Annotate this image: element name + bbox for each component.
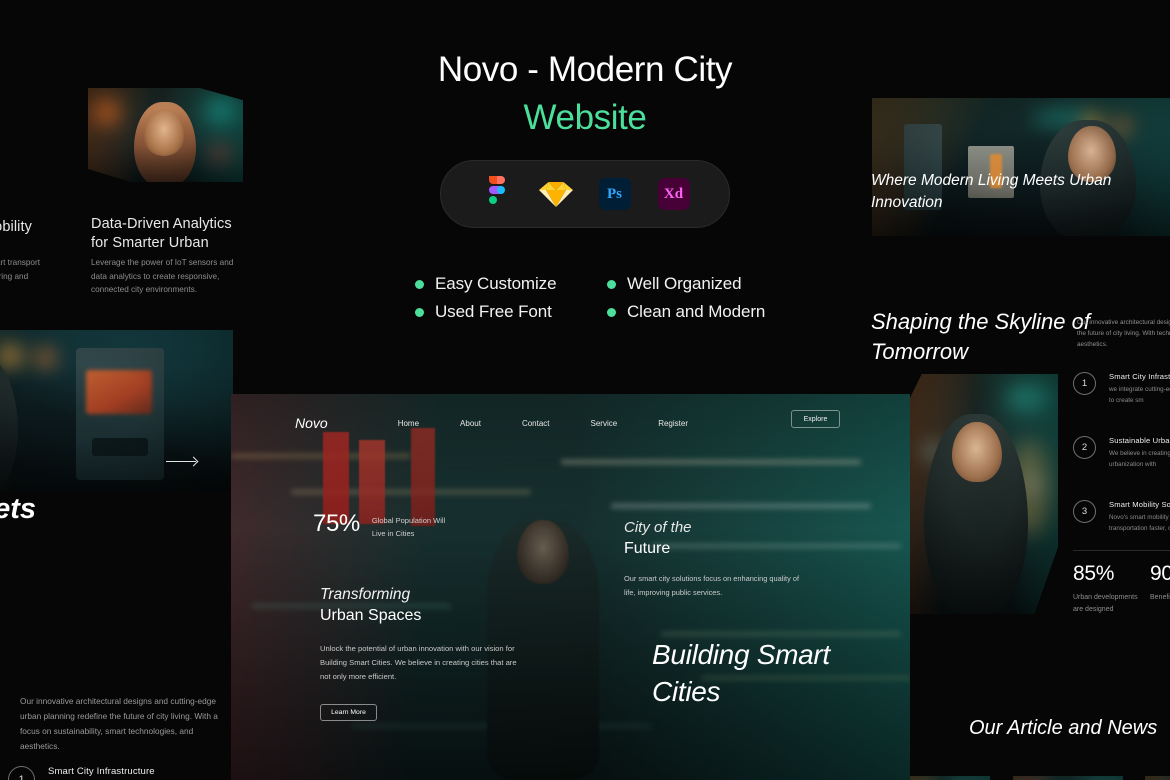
explore-button[interactable]: Explore [791, 410, 840, 428]
article-thumbnail-2[interactable] [1013, 776, 1123, 780]
right-list-number: 1 [1073, 372, 1096, 395]
left-list-number: 1 [8, 766, 35, 780]
page-subtitle: Website [523, 98, 647, 137]
mockup-stat-label: Global Population Will Live in Cities [371, 516, 446, 538]
sketch-icon [538, 176, 574, 212]
mockup-left-body: Unlock the potential of urban innovation… [320, 644, 517, 681]
feature-label: Clean and Modern [627, 302, 766, 321]
left-card-b-body: Leverage the power of IoT sensors and da… [91, 258, 234, 294]
right-list-item-1: 1 Smart City Infrastructure we integrate… [1073, 372, 1170, 406]
right-list-title: Sustainable Urban Des [1109, 436, 1170, 445]
right-divider [1073, 550, 1170, 551]
bullet-dot-icon [415, 307, 424, 317]
right-stat-2: 90% Benefit fro mobility so [1150, 562, 1170, 604]
feature-item: Well Organized [607, 274, 799, 294]
learn-more-button[interactable]: Learn More [320, 704, 377, 721]
left-street-image [0, 330, 233, 491]
nav-link-register[interactable]: Register [658, 419, 688, 428]
left-overlay-heading: eets [0, 493, 37, 525]
mockup-nav-links: Home About Contact Service Register [398, 419, 688, 428]
mockup-logo[interactable]: Novo [295, 415, 328, 431]
right-list-body: Novo's smart mobility solu transportatio… [1109, 514, 1170, 532]
left-list-title: Smart City Infrastructure [48, 766, 155, 777]
mockup-left-heading: Transforming Urban Spaces [320, 584, 421, 626]
feature-item: Clean and Modern [607, 302, 799, 322]
left-card-a-body: ith smart transport monitoring and [0, 258, 40, 281]
right-list-item-2: 2 Sustainable Urban Des We believe in cr… [1073, 436, 1170, 470]
mockup-stat-value: 75% [313, 510, 360, 537]
mockup-right-heading: City of the Future [624, 518, 692, 559]
right-list-body: we integrate cutting-edge infrastructure… [1109, 386, 1170, 404]
left-paragraph: Our innovative architectural designs and… [20, 696, 218, 751]
left-card-b-title: Data-Driven Analytics for Smarter Urban [91, 216, 232, 251]
mockup-right-body: Our smart city solutions focus on enhanc… [624, 574, 800, 597]
figma-icon [479, 176, 515, 212]
nav-link-service[interactable]: Service [591, 419, 618, 428]
hero-title-block: Novo - Modern City Website Ps Xd Easy Cu… [315, 0, 855, 400]
photoshop-icon: Ps [597, 176, 633, 212]
right-stat-value: 85% [1073, 562, 1115, 585]
right-list-body: We believe in creating gre balance urban… [1109, 450, 1170, 468]
left-card-a-title: Mobility [0, 219, 32, 235]
feature-label: Easy Customize [435, 274, 557, 293]
feature-item: Used Free Font [415, 302, 607, 322]
page-title: Novo - Modern City [437, 50, 733, 89]
mockup-left-italic: Transforming [320, 586, 411, 603]
right-portrait-image [910, 374, 1058, 614]
feature-label: Used Free Font [435, 302, 552, 321]
right-paragraph: Our innovative architectural designs red… [1077, 319, 1170, 348]
xd-icon: Xd [656, 176, 692, 212]
mockup-right-bold: Future [624, 540, 671, 557]
nav-link-about[interactable]: About [460, 419, 481, 428]
mockup-navbar: Novo Home About Contact Service Register… [231, 408, 910, 438]
right-article-heading: Our Article and News [969, 717, 1158, 739]
left-list-item-1: 1 Smart City Infrastructure we integrate… [8, 766, 238, 780]
bullet-dot-icon [607, 279, 616, 289]
feature-list: Easy Customize Well Organized Used Free … [415, 274, 805, 322]
right-banner-caption: Where Modern Living Meets Urban Innovati… [871, 172, 1112, 211]
tool-compatibility-pill: Ps Xd [440, 160, 730, 228]
website-mockup: Novo Home About Contact Service Register… [231, 394, 910, 780]
right-list-item-3: 3 Smart Mobility Solution Novo's smart m… [1073, 500, 1170, 534]
right-stat-label: Benefit fro mobility so [1150, 594, 1170, 601]
right-list-title: Smart City Infrastructure [1109, 372, 1170, 381]
article-thumbnail-3[interactable] [1145, 776, 1170, 780]
article-thumbnail-1[interactable] [905, 776, 990, 780]
feature-label: Well Organized [627, 274, 742, 293]
bullet-dot-icon [607, 307, 616, 317]
right-list-number: 3 [1073, 500, 1096, 523]
nav-link-home[interactable]: Home [398, 419, 419, 428]
right-stat-1: 85% Urban developments are designed [1073, 562, 1143, 615]
mockup-claim: Building Smart Cities [652, 639, 830, 707]
left-portrait-image [88, 88, 243, 182]
mockup-right-italic: City of the [624, 519, 692, 536]
right-list-title: Smart Mobility Solution [1109, 500, 1170, 509]
presentation-canvas: d Mobility ith smart transport monitorin… [0, 0, 1170, 780]
mockup-stat: 75% Global Population Will Live in Citie… [313, 512, 452, 540]
right-banner-image [872, 98, 1170, 236]
right-list-number: 2 [1073, 436, 1096, 459]
feature-item: Easy Customize [415, 274, 607, 294]
right-stat-label: Urban developments are designed [1073, 594, 1138, 613]
right-stat-value: 90% [1150, 562, 1170, 585]
mockup-left-bold: Urban Spaces [320, 607, 422, 624]
bullet-dot-icon [415, 279, 424, 289]
nav-link-contact[interactable]: Contact [522, 419, 550, 428]
